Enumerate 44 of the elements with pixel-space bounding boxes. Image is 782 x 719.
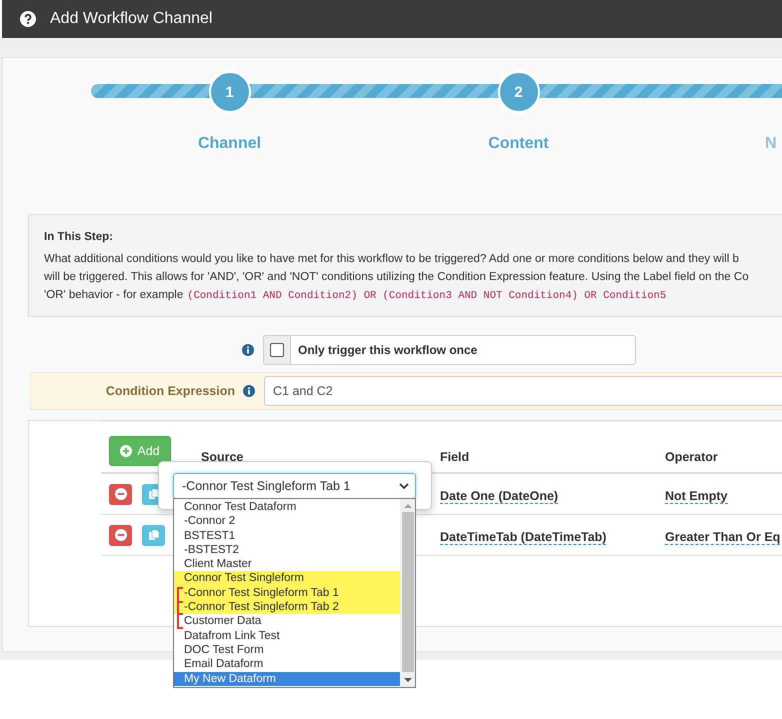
- remove-button[interactable]: [109, 524, 132, 546]
- dropdown-option[interactable]: DOC Test Form: [174, 642, 400, 658]
- scroll-up-icon[interactable]: [404, 503, 412, 508]
- info-heading: In This Step:: [44, 231, 114, 243]
- info-text: What additional conditions would you like to have met for this workflow to be triggered? Add one or more conditions below and they will b: [44, 253, 739, 265]
- dropdown-option[interactable]: -Connor Test Singleform Tab 2: [174, 600, 400, 614]
- minus-icon: [114, 529, 126, 541]
- copy-button[interactable]: [142, 524, 165, 546]
- dropdown-option[interactable]: -Connor Test Singleform Tab 1: [174, 586, 400, 600]
- operator-link[interactable]: Greater Than Or Eq: [665, 530, 780, 544]
- expression-field[interactable]: C1 and C2: [264, 376, 782, 406]
- info-icon[interactable]: [243, 385, 255, 397]
- info-icon[interactable]: [242, 344, 254, 356]
- code-example: (Condition1 AND Condition2) OR (Condition3 AND NOT Condition4) OR Condition5: [187, 290, 666, 302]
- field-link[interactable]: Date One (DateOne): [440, 488, 558, 504]
- column-header: Field: [440, 450, 470, 466]
- column-header: Operator: [665, 450, 719, 466]
- checkbox-field[interactable]: Only trigger this workflow once: [263, 335, 636, 365]
- dropdown-option[interactable]: Datafrom Link Test: [174, 628, 400, 643]
- dropdown-option[interactable]: Connor Test Dataform: [174, 500, 400, 514]
- dropdown-option[interactable]: BSTEST1: [174, 528, 400, 543]
- remove-button[interactable]: [109, 484, 132, 504]
- dropdown-option[interactable]: Customer Data: [174, 614, 400, 629]
- dropdown-option[interactable]: -BSTEST2: [174, 542, 400, 558]
- window-title: Add Workflow Channel: [50, 10, 212, 28]
- plus-icon: [120, 445, 132, 457]
- field-link[interactable]: DateTimeTab (DateTimeTab): [440, 530, 606, 544]
- dropdown-option[interactable]: Email Dataform: [174, 657, 400, 672]
- info-text: will be triggered. This allows for 'AND', 'OR' and 'NOT' conditions utilizing the Condition Expression feature. Using the Label field on the Co: [44, 271, 749, 283]
- field-label: Condition Expression: [106, 384, 235, 398]
- copy-icon: [148, 529, 160, 541]
- scrollbar[interactable]: [400, 499, 415, 687]
- dropdown-option[interactable]: My New Dataform: [174, 672, 400, 686]
- operator-link[interactable]: Not Empty: [665, 488, 728, 504]
- minus-icon: [114, 488, 126, 500]
- column-header: Source: [201, 450, 244, 466]
- dropdown-option[interactable]: -Connor 2: [174, 514, 400, 529]
- scroll-down-icon[interactable]: [404, 678, 412, 683]
- chevron-down-icon: [399, 482, 409, 488]
- dropdown-option[interactable]: Connor Test Singleform: [174, 571, 400, 586]
- checkbox[interactable]: [270, 343, 284, 357]
- info-text: 'OR' behavior - for example: [44, 289, 184, 301]
- help-icon[interactable]: [20, 11, 36, 27]
- dropdown-option[interactable]: Client Master: [174, 557, 400, 572]
